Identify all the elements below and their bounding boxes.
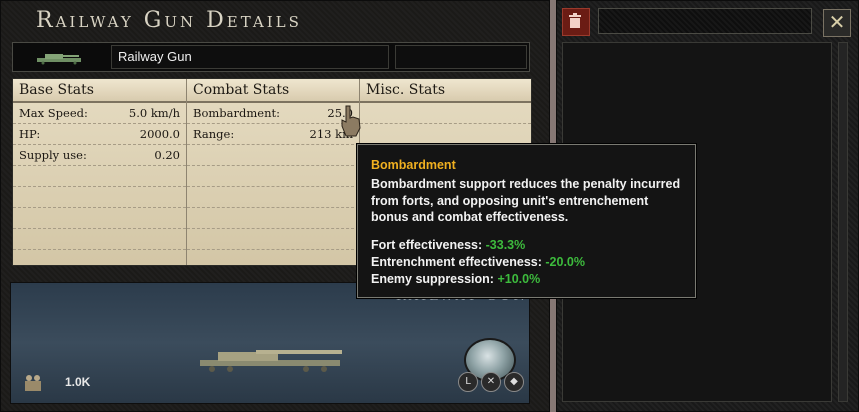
stat-row[interactable]: Bombardment: 25.0 (187, 103, 359, 124)
stat-row: Max Speed: 5.0 km/h (13, 103, 186, 124)
railway-gun-icon (37, 54, 81, 65)
railway-gun-model (200, 350, 342, 372)
combat-stats-column: Combat Stats Bombardment: 25.0 Range: 213 … (187, 79, 360, 265)
modifier-value: -20.0% (545, 255, 585, 269)
tooltip-title: Bombardment (371, 158, 456, 172)
gauntlet-cursor-icon (341, 105, 361, 137)
stat-row-empty (187, 208, 359, 229)
tooltip-line: Entrenchment effectiveness: -20.0% (371, 255, 585, 269)
bombardment-tooltip: Bombardment Bombardment support reduces … (357, 144, 696, 298)
unit-name-field[interactable]: Railway Gun (111, 45, 389, 69)
stat-label: Bombardment: (193, 106, 280, 120)
stat-label: HP: (19, 127, 41, 141)
tooltip-line: Fort effectiveness: -33.3% (371, 238, 525, 252)
manpower-value: 1.0K (65, 375, 91, 389)
manpower-icon (25, 375, 41, 391)
combat-stats-rows: Bombardment: 25.0 Range: 213 km (187, 103, 359, 250)
trash-button[interactable] (562, 8, 590, 36)
trash-icon (569, 13, 581, 28)
shield-icon: ◆ (504, 372, 524, 392)
modifier-label: Enemy suppression: (371, 272, 494, 286)
base-stats-column: Base Stats Max Speed: 5.0 km/h HP: 2000.0 … (13, 79, 187, 265)
stat-row: HP: 2000.0 (13, 124, 186, 145)
stat-row-empty (360, 103, 531, 124)
misc-stats-header: Misc. Stats (360, 79, 531, 103)
scrollbar[interactable] (838, 42, 848, 402)
stat-row-empty (13, 229, 186, 250)
stat-row-empty (187, 166, 359, 187)
stat-row[interactable]: Range: 213 km (187, 124, 359, 145)
stat-row-empty (13, 208, 186, 229)
base-stats-header: Base Stats (13, 79, 186, 103)
stat-row-empty (187, 187, 359, 208)
window-title: Railway Gun Details (36, 8, 302, 33)
unit-name-bar: Railway Gun (12, 42, 530, 72)
base-stats-rows: Max Speed: 5.0 km/h HP: 2000.0 Supply use:… (13, 103, 186, 250)
modifier-label: Entrenchment effectiveness: (371, 255, 542, 269)
stat-value: 2000.0 (139, 127, 180, 141)
artillery-icon: ✕ (481, 372, 501, 392)
stat-row-empty (13, 166, 186, 187)
header-field (598, 8, 812, 34)
tooltip-description: Bombardment support reduces the penalty … (371, 177, 681, 224)
stat-label: Range: (193, 127, 235, 141)
modifier-label: Fort effectiveness: (371, 238, 483, 252)
stat-row-empty (187, 145, 359, 166)
stat-value: 0.20 (154, 148, 180, 162)
stat-label: Max Speed: (19, 106, 88, 120)
stat-row-empty (13, 187, 186, 208)
close-icon: ✕ (828, 10, 846, 34)
secondary-field (395, 45, 527, 69)
combat-stats-header: Combat Stats (187, 79, 359, 103)
stat-row-empty (187, 229, 359, 250)
stat-value: 5.0 km/h (128, 106, 180, 120)
modifier-value: +10.0% (497, 272, 541, 286)
line-icon: L (458, 372, 478, 392)
modifier-value: -33.3% (485, 238, 526, 252)
stat-row: Supply use: 0.20 (13, 145, 186, 166)
stat-label: Supply use: (19, 148, 87, 162)
tooltip-line: Enemy suppression: +10.0% (371, 272, 540, 286)
close-button[interactable]: ✕ (823, 9, 851, 37)
stat-row-empty (360, 124, 531, 145)
